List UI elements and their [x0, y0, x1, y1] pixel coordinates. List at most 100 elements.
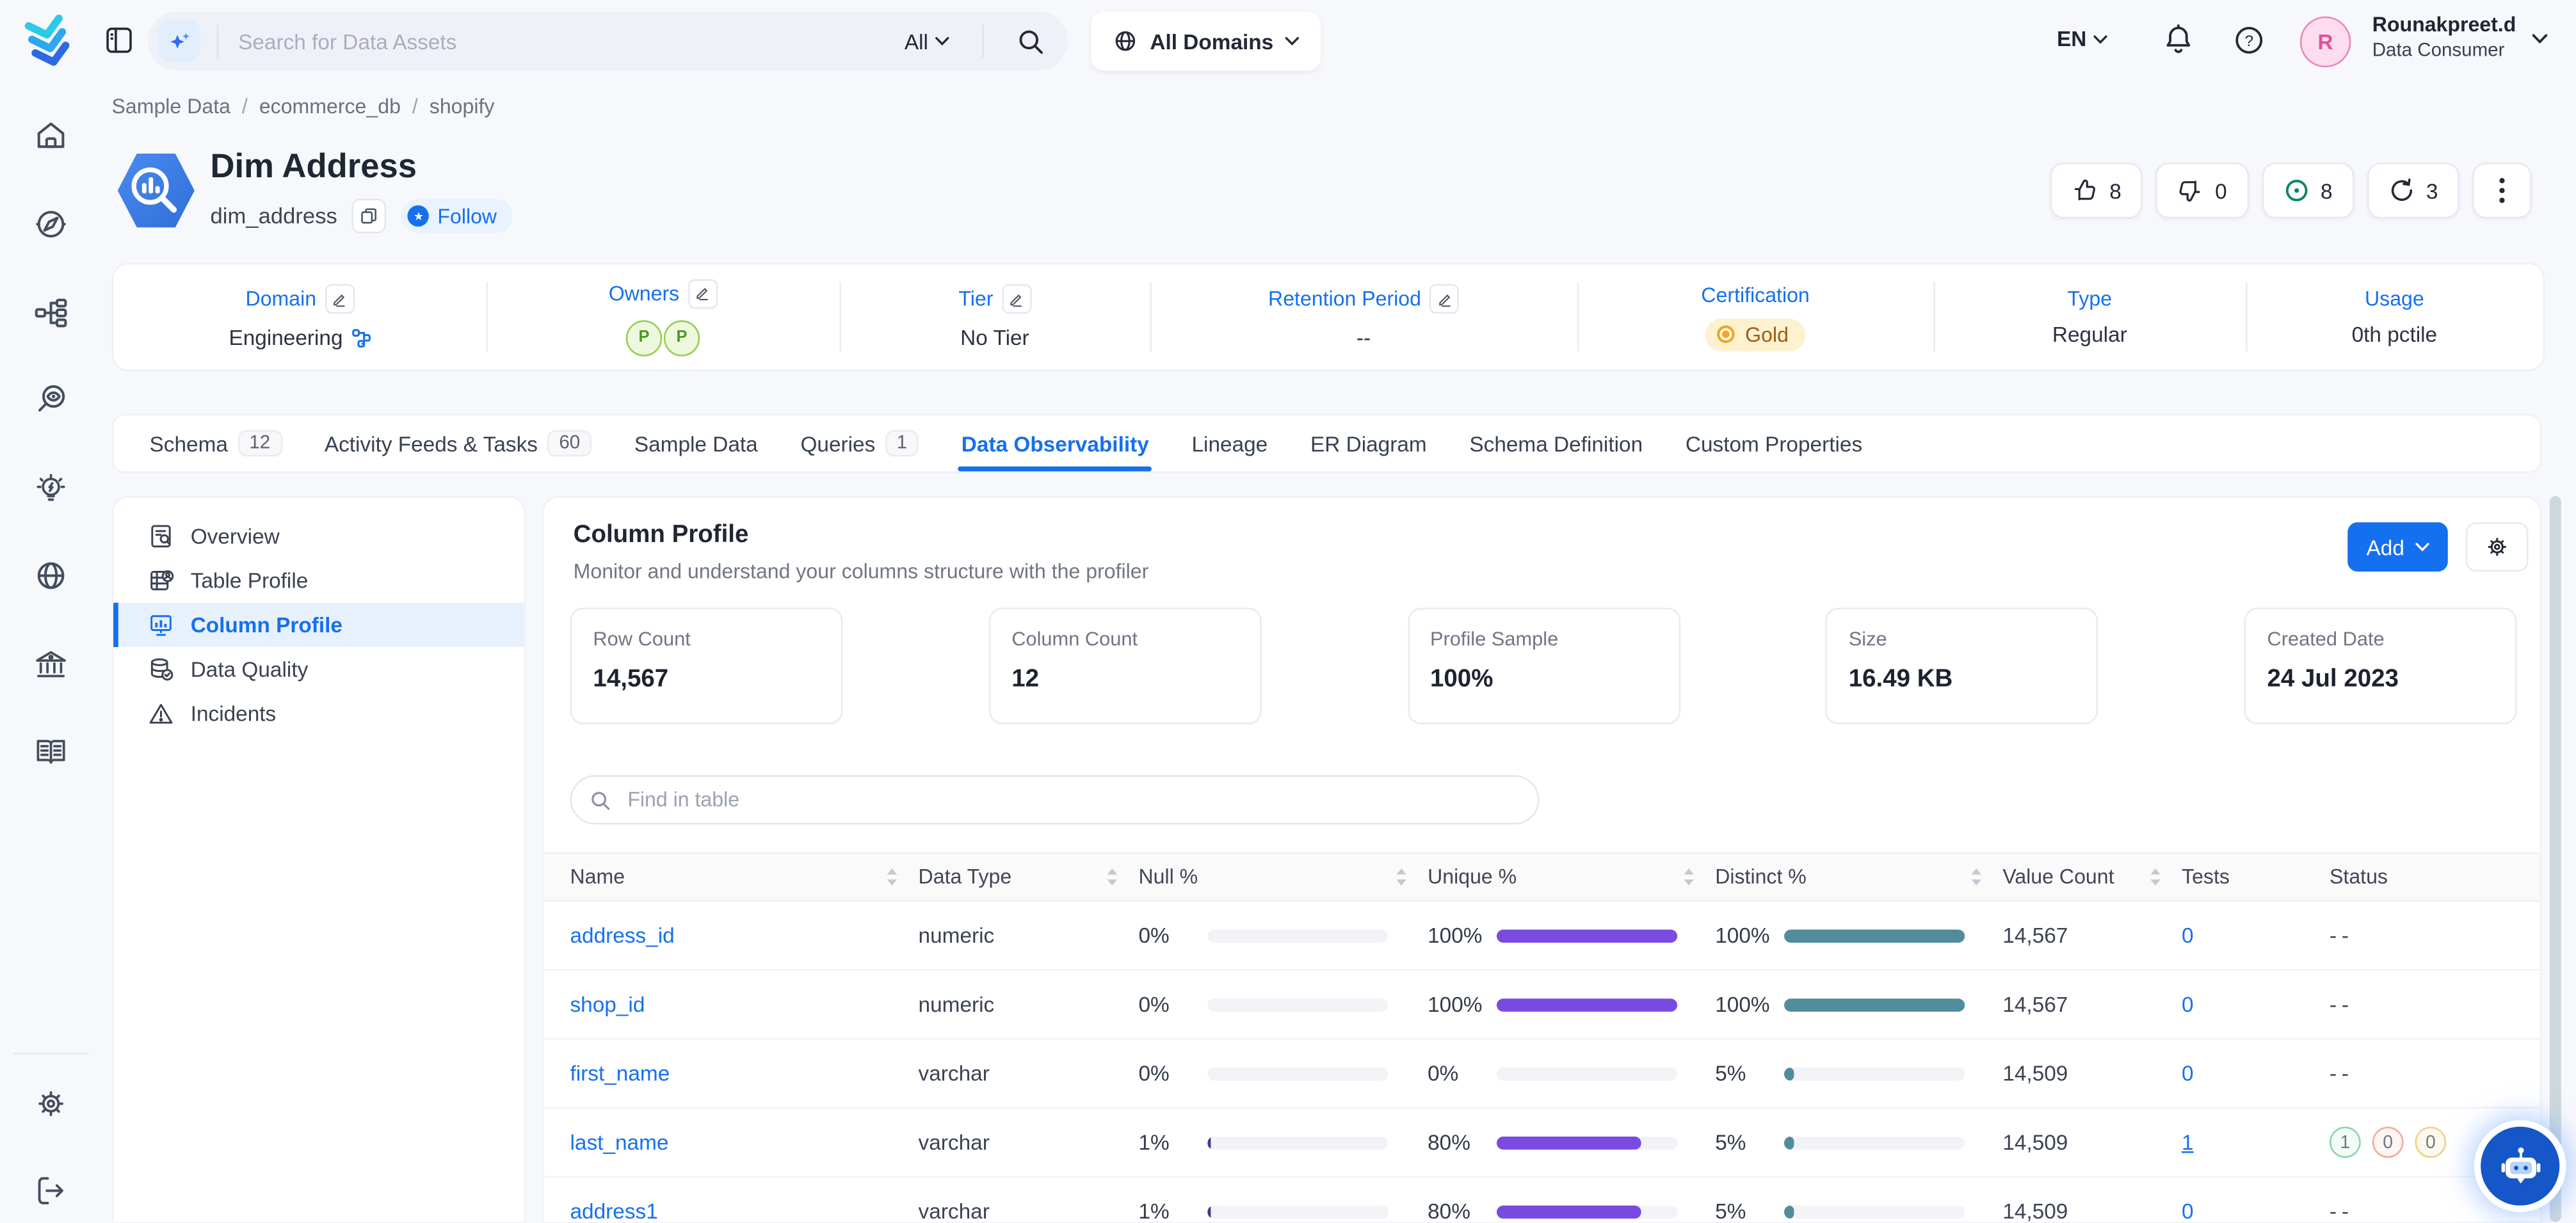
owner-avatar[interactable]: P — [664, 319, 700, 355]
robot-icon — [2498, 1145, 2542, 1188]
owners-label-row[interactable]: Owners — [609, 278, 718, 308]
global-search-bar[interactable]: All — [148, 12, 1068, 70]
views-button[interactable]: 8 — [2262, 163, 2354, 218]
caret-sort-icon[interactable] — [1106, 865, 1119, 888]
edit-domain-button[interactable] — [325, 284, 354, 314]
tests-link[interactable]: 0 — [2182, 1061, 2330, 1085]
copy-button[interactable] — [352, 199, 387, 234]
tests-link[interactable]: 1 — [2182, 1130, 2330, 1155]
edit-owners-button[interactable] — [688, 278, 717, 308]
retention-label-row[interactable]: Retention Period — [1268, 284, 1459, 314]
follow-button[interactable]: ★ Follow — [401, 199, 513, 234]
column-header-value-count[interactable]: Value Count — [2002, 865, 2182, 888]
notifications-button[interactable] — [2162, 23, 2194, 58]
search-scope-dropdown[interactable]: All — [905, 29, 949, 53]
search-input[interactable] — [235, 27, 905, 55]
sidebar-item-observability[interactable] — [33, 383, 68, 417]
column-name-link[interactable]: address1 — [570, 1199, 919, 1223]
chevron-down-icon — [2414, 542, 2429, 552]
caret-sort-icon[interactable] — [1395, 865, 1408, 888]
tab-lineage[interactable]: Lineage — [1191, 415, 1268, 471]
tab-sample-data[interactable]: Sample Data — [634, 415, 758, 471]
caret-sort-icon[interactable] — [885, 865, 899, 888]
sidebar-item-settings[interactable] — [33, 1085, 68, 1121]
domain-value[interactable]: Engineering — [229, 325, 371, 349]
tab-er-diagram[interactable]: ER Diagram — [1310, 415, 1427, 471]
domain-label-row[interactable]: Domain — [246, 284, 355, 314]
help-button[interactable]: ? — [2233, 23, 2266, 58]
gear-icon — [33, 1085, 68, 1121]
breadcrumb-service[interactable]: Sample Data — [112, 95, 230, 118]
profiler-settings-button[interactable] — [2466, 522, 2529, 572]
sidebar-item-explore[interactable] — [33, 207, 68, 241]
caret-sort-icon[interactable] — [2149, 865, 2162, 888]
language-dropdown[interactable]: EN — [2057, 26, 2108, 51]
column-header-unique-pct[interactable]: Unique % — [1428, 865, 1715, 888]
profiler-nav-overview[interactable]: Overview — [113, 514, 524, 558]
sidebar-item-govern[interactable] — [33, 647, 68, 682]
find-in-table-input[interactable] — [624, 787, 1538, 813]
breadcrumb-schema[interactable]: shopify — [430, 95, 495, 118]
openmetadata-logo[interactable] — [20, 12, 79, 70]
tab-schema[interactable]: Schema12 — [150, 415, 282, 471]
sidebar-item-glossary[interactable] — [33, 734, 68, 769]
entity-subrow: dim_address ★ Follow — [210, 199, 513, 234]
edit-tier-button[interactable] — [1001, 284, 1031, 314]
tab-custom-properties[interactable]: Custom Properties — [1686, 415, 1862, 471]
more-actions-button[interactable] — [2472, 163, 2531, 218]
sidebar-item-lineage[interactable] — [33, 296, 68, 330]
breadcrumb-database[interactable]: ecommerce_db — [259, 95, 401, 118]
profiler-nav-table-profile[interactable]: Table Profile — [113, 559, 524, 603]
tests-failed-badge[interactable]: 0 — [2372, 1126, 2404, 1158]
gear-icon — [2484, 534, 2510, 560]
owner-avatar[interactable]: P — [626, 319, 662, 355]
table-row: first_name varchar 0% 0% 5% 14,509 0 -- — [543, 1039, 2540, 1108]
column-name-link[interactable]: shop_id — [570, 992, 919, 1016]
tests-link[interactable]: 0 — [2182, 1199, 2330, 1223]
caret-sort-icon[interactable] — [1682, 865, 1696, 888]
column-header-null-pct[interactable]: Null % — [1138, 865, 1428, 888]
sidebar-item-insights[interactable] — [33, 472, 68, 506]
version-button[interactable]: 3 — [2367, 163, 2459, 218]
open-book-icon — [33, 734, 68, 769]
tests-passed-badge[interactable]: 1 — [2330, 1126, 2361, 1158]
find-in-table-search[interactable] — [570, 775, 1540, 824]
column-name-link[interactable]: last_name — [570, 1130, 919, 1155]
sidebar-item-domains[interactable] — [33, 559, 68, 593]
tests-link[interactable]: 0 — [2182, 923, 2330, 947]
column-name-link[interactable]: first_name — [570, 1061, 919, 1085]
edit-retention-button[interactable] — [1429, 284, 1459, 314]
sidebar-item-home[interactable] — [33, 118, 68, 153]
chat-assistant-button[interactable] — [2481, 1126, 2559, 1205]
search-icon — [1017, 27, 1045, 55]
column-header-data-type[interactable]: Data Type — [919, 865, 1139, 888]
profiler-nav-data-quality[interactable]: Data Quality — [113, 647, 524, 691]
downvote-button[interactable]: 0 — [2156, 163, 2248, 218]
tab-schema-definition[interactable]: Schema Definition — [1469, 415, 1643, 471]
column-name-link[interactable]: address_id — [570, 923, 919, 947]
ai-sparkle-icon[interactable] — [157, 20, 200, 63]
retention-value: -- — [1356, 325, 1371, 349]
search-submit-button[interactable] — [1017, 27, 1045, 55]
usage-value: 0th pctile — [2352, 322, 2438, 346]
user-menu-button[interactable] — [2532, 33, 2548, 44]
column-header-name[interactable]: Name — [570, 865, 919, 888]
tab-queries[interactable]: Queries1 — [800, 415, 919, 471]
avatar-initial: R — [2318, 29, 2333, 54]
tab-activity-feeds[interactable]: Activity Feeds & Tasks60 — [325, 415, 592, 471]
page-scrollbar[interactable] — [2550, 496, 2561, 1222]
tests-aborted-badge[interactable]: 0 — [2415, 1126, 2446, 1158]
profiler-nav-incidents[interactable]: Incidents — [113, 691, 524, 735]
upvote-button[interactable]: 8 — [2050, 163, 2143, 218]
profiler-nav-column-profile[interactable]: Column Profile — [113, 603, 524, 647]
sidebar-item-logout[interactable] — [33, 1172, 68, 1208]
tab-data-observability[interactable]: Data Observability — [962, 415, 1149, 471]
sidebar-toggle-button[interactable] — [105, 26, 133, 54]
caret-sort-icon[interactable] — [1970, 865, 1983, 888]
user-avatar[interactable]: R — [2300, 17, 2351, 68]
tier-label-row[interactable]: Tier — [958, 284, 1031, 314]
tests-link[interactable]: 0 — [2182, 992, 2330, 1016]
add-button[interactable]: Add — [2347, 522, 2448, 572]
all-domains-dropdown[interactable]: All Domains — [1091, 12, 1321, 70]
column-header-distinct-pct[interactable]: Distinct % — [1715, 865, 2002, 888]
